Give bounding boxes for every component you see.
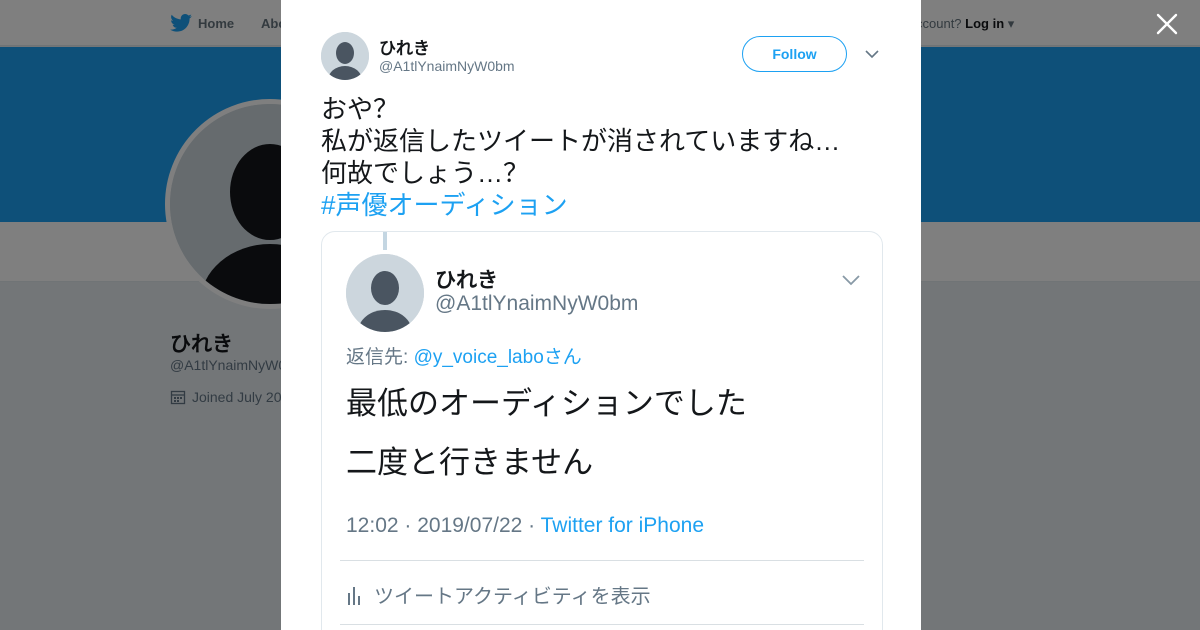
embedded-text-line: 最低のオーディションでした: [346, 386, 747, 421]
embedded-meta: 12:02 · 2019/07/22 · Twitter for iPhone: [346, 514, 704, 538]
tweet-text-line: 私が返信したツイートが消されていますね…: [321, 126, 841, 156]
embedded-reply-to: 返信先: @y_voice_laboさん: [346, 342, 582, 369]
chevron-down-icon[interactable]: [864, 46, 880, 62]
divider: [340, 624, 864, 625]
default-avatar-icon: [346, 254, 424, 332]
hashtag-link[interactable]: #声優オーディション: [321, 189, 891, 221]
tweet-text-line: おや？: [321, 94, 400, 124]
embedded-author-name: ひれき: [435, 269, 498, 292]
tweet-text-line: 何故でしょう…？: [321, 158, 530, 188]
embedded-activity: ツイートアクティビティを表示: [346, 580, 651, 609]
embedded-author-handle: @A1tlYnaimNyW0bm: [435, 292, 639, 315]
reply-prefix: 返信先:: [346, 347, 414, 368]
embedded-client: Twitter for iPhone: [540, 514, 705, 537]
default-avatar-icon: [321, 32, 369, 80]
tweet-author-handle[interactable]: @A1tlYnaimNyW0bm: [379, 58, 515, 74]
embedded-author-avatar: [346, 254, 424, 332]
reply-mention: @y_voice_laboさん: [413, 347, 582, 368]
divider: [340, 560, 864, 561]
embedded-timestamp: 12:02 · 2019/07/22 ·: [346, 514, 541, 537]
bar-chart-icon: [348, 586, 360, 605]
close-icon[interactable]: [1155, 12, 1179, 36]
embedded-text-line: 二度と行きません: [346, 445, 594, 480]
tweet-author-avatar[interactable]: [321, 32, 369, 80]
chevron-down-icon: [840, 270, 862, 290]
thread-line: [383, 232, 387, 250]
tweet-modal: ひれき @A1tlYnaimNyW0bm Follow おや？ 私が返信したツイ…: [281, 0, 921, 630]
follow-button[interactable]: Follow: [742, 36, 847, 72]
tweet-image[interactable]: ひれき @A1tlYnaimNyW0bm 返信先: @y_voice_laboさ…: [321, 231, 883, 630]
tweet-author-name[interactable]: ひれき: [379, 34, 430, 59]
activity-label: ツイートアクティビティを表示: [374, 586, 651, 608]
tweet-text: おや？ 私が返信したツイートが消されていますね… 何故でしょう…？ #声優オーデ…: [321, 93, 891, 221]
